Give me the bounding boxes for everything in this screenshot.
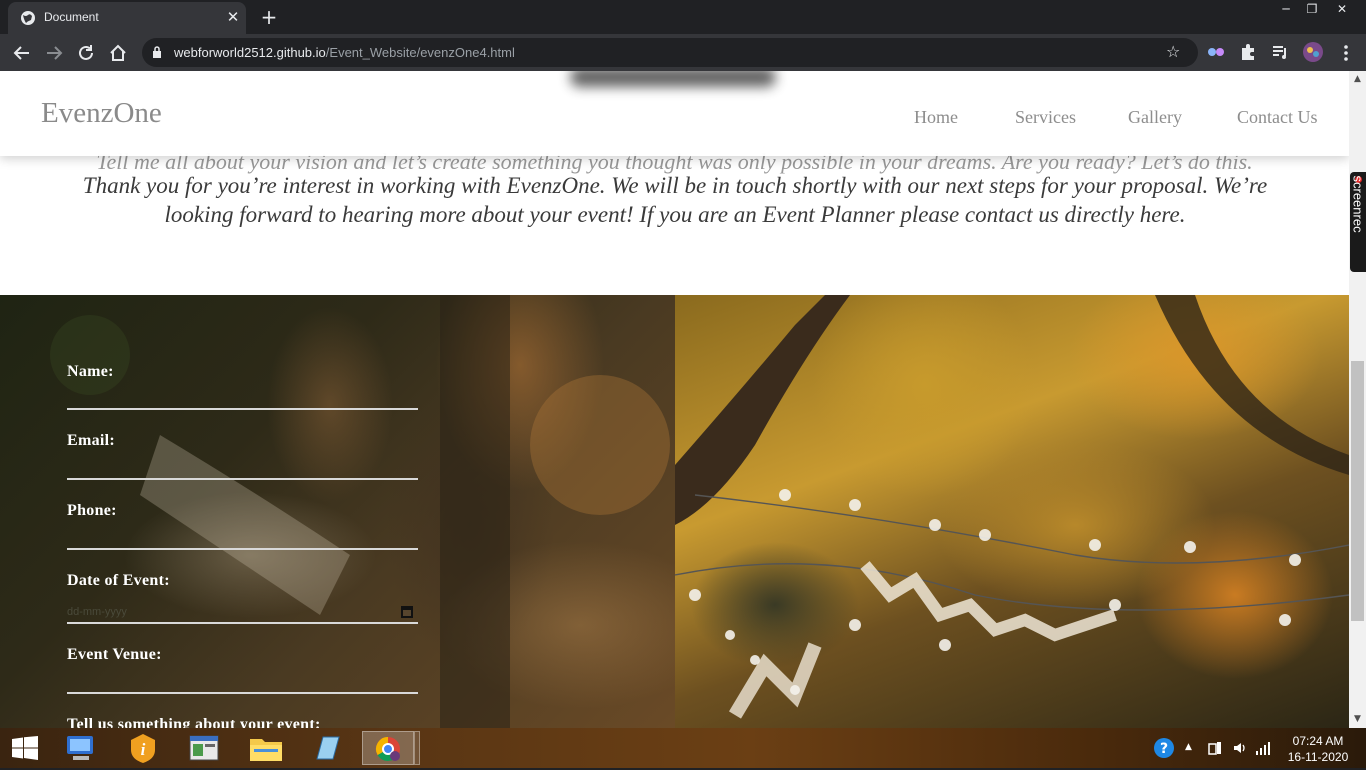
restore-button[interactable]: ❐: [1296, 0, 1328, 18]
url-host: webforworld2512.github.io: [174, 45, 326, 60]
name-input[interactable]: [67, 408, 418, 410]
help-icon[interactable]: ?: [1153, 737, 1175, 759]
scroll-down-arrow[interactable]: ▼: [1349, 711, 1366, 728]
tree-lights-image: [675, 295, 1349, 719]
globe-icon: [21, 11, 35, 25]
email-input[interactable]: [67, 478, 418, 480]
date-input[interactable]: dd-mm-yyyy: [67, 606, 127, 618]
taskbar-chrome[interactable]: [362, 731, 414, 765]
chrome-icon: [375, 737, 400, 762]
screenrec-label: screenrec: [1350, 175, 1366, 233]
taskbar-presentation[interactable]: [178, 731, 230, 765]
tab-title: Document: [44, 10, 99, 24]
reload-icon[interactable]: [75, 42, 97, 64]
more-menu-icon[interactable]: [1336, 43, 1356, 63]
extension-icon[interactable]: [1206, 42, 1226, 62]
new-tab-button[interactable]: +: [256, 4, 282, 30]
close-window-button[interactable]: ✕: [1326, 0, 1358, 18]
taskbar-notepad[interactable]: [301, 731, 353, 765]
svg-text:?: ?: [1160, 741, 1168, 757]
phone-input[interactable]: [67, 548, 418, 550]
notepad-icon: [316, 736, 340, 760]
nav-contact-us[interactable]: Contact Us: [1237, 107, 1318, 128]
clock-time: 07:24 AM: [1292, 734, 1344, 748]
page-scrollbar[interactable]: ▲ ▼: [1349, 71, 1366, 728]
nav-services[interactable]: Services: [1015, 107, 1076, 128]
folder-icon: [250, 739, 282, 761]
windows-start-icon[interactable]: [11, 736, 39, 760]
taskbar-computer[interactable]: [55, 731, 107, 765]
taskbar-stack-edge: [414, 731, 420, 765]
taskbar-info[interactable]: i: [117, 731, 169, 765]
calendar-icon[interactable]: [401, 606, 413, 618]
name-label: Name:: [67, 363, 114, 380]
forward-icon[interactable]: [43, 42, 65, 64]
event-photo: [675, 295, 1349, 728]
home-icon[interactable]: [107, 42, 129, 64]
date-label: Date of Event:: [67, 572, 170, 589]
contact-form: Name: Email: Phone: Date of Event: dd-mm…: [0, 295, 675, 728]
bookmark-star-icon[interactable]: ☆: [1166, 42, 1180, 61]
tray-overflow-icon[interactable]: ▲: [1185, 742, 1192, 752]
message-label: Tell us something about your event:: [67, 716, 321, 728]
clock-date: 16-11-2020: [1287, 750, 1349, 764]
scroll-thumb[interactable]: [1351, 361, 1364, 621]
nav-gallery[interactable]: Gallery: [1128, 107, 1182, 128]
browser-tab-strip: Document ✕ + ─ ❐ ✕: [0, 0, 1366, 34]
phone-label: Phone:: [67, 502, 117, 519]
site-navbar: EvenzOne Home Services Gallery Contact U…: [0, 71, 1349, 156]
volume-icon[interactable]: [1232, 740, 1248, 756]
venue-input[interactable]: [67, 692, 418, 694]
media-queue-icon[interactable]: [1270, 42, 1290, 62]
puzzle-icon[interactable]: [1238, 42, 1258, 62]
info-icon: i: [131, 734, 155, 763]
svg-text:i: i: [141, 740, 146, 759]
taskbar-file-explorer[interactable]: [240, 731, 292, 765]
url-path: /Event_Website/evenzOne4.html: [325, 45, 515, 60]
address-bar[interactable]: webforworld2512.github.io/Event_Website/…: [142, 38, 1198, 67]
close-tab-icon[interactable]: ✕: [224, 8, 242, 26]
intro-text: Thank you for you’re interest in working…: [82, 173, 1268, 227]
scroll-up-arrow[interactable]: ▲: [1349, 71, 1366, 88]
lock-icon[interactable]: [152, 46, 162, 58]
venue-label: Event Venue:: [67, 646, 162, 663]
window-app-icon: [189, 735, 219, 761]
date-input-underline: [67, 622, 418, 624]
browser-tab[interactable]: Document ✕: [8, 2, 246, 34]
windows-taskbar: i ? ▲ 07:24 AM 16-11-2020: [0, 728, 1366, 768]
power-icon[interactable]: [1207, 740, 1223, 756]
email-label: Email:: [67, 432, 116, 449]
back-icon[interactable]: [11, 42, 33, 64]
profile-avatar[interactable]: [1302, 41, 1324, 63]
nav-home[interactable]: Home: [914, 107, 958, 128]
brand-logo[interactable]: EvenzOne: [41, 97, 162, 130]
page-viewport: Tell me all about your vision and let’s …: [0, 71, 1349, 728]
system-clock[interactable]: 07:24 AM 16-11-2020: [1282, 733, 1354, 765]
blurred-heading: [570, 71, 776, 87]
network-signal-icon[interactable]: [1255, 740, 1271, 756]
browser-toolbar: webforworld2512.github.io/Event_Website/…: [0, 34, 1366, 71]
screenrec-widget[interactable]: screenrec: [1350, 172, 1366, 272]
computer-icon: [67, 736, 93, 760]
url-text[interactable]: webforworld2512.github.io/Event_Website/…: [174, 45, 515, 60]
